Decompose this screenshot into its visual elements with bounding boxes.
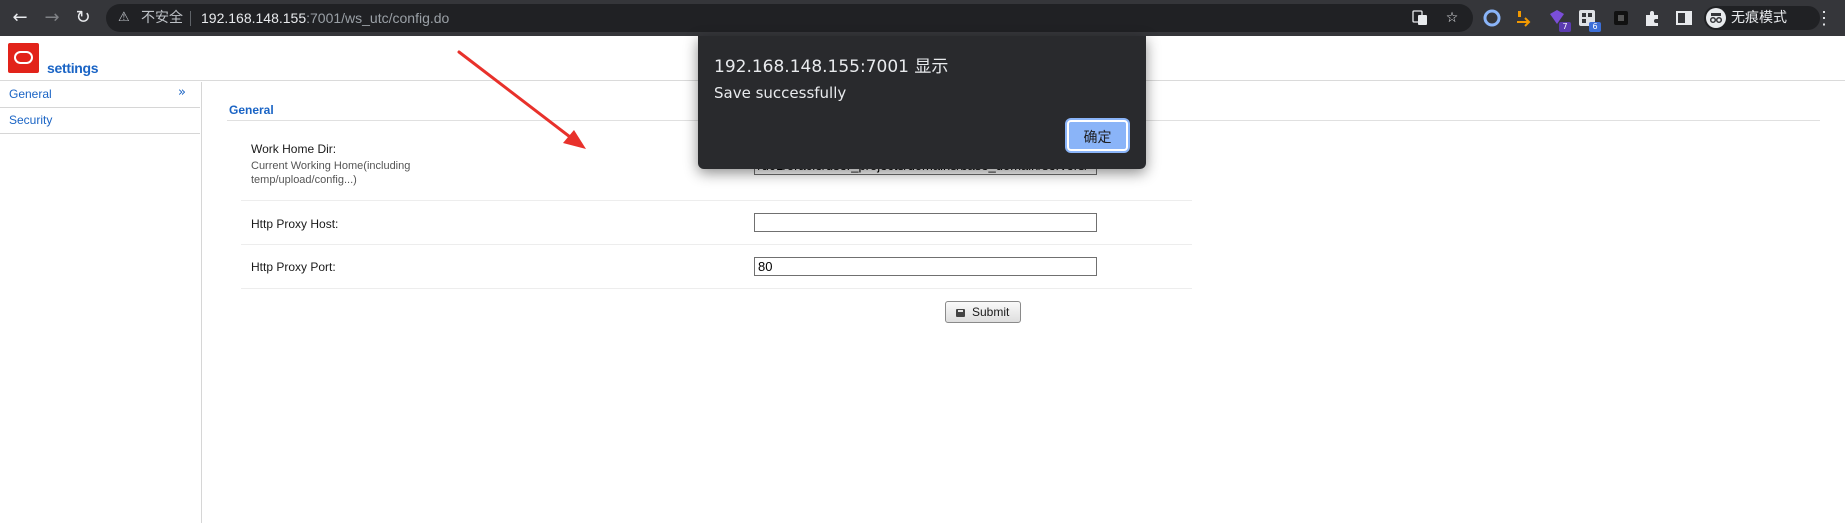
browser-toolbar: ← → ↻ ⚠ 不安全 192.168.148.155:7001/ws_utc/… (0, 0, 1845, 36)
incognito-indicator[interactable]: 无痕模式 (1704, 6, 1820, 30)
work-home-dir-help: Current Working Home(including temp/uplo… (251, 160, 411, 186)
dialog-title: 192.168.148.155:7001 显示 (714, 57, 949, 77)
bookmark-star-icon[interactable]: ☆ (1444, 10, 1460, 26)
http-proxy-port-label: Http Proxy Port: (251, 260, 336, 274)
form-row-http-proxy-port: Http Proxy Port: (241, 245, 1192, 289)
back-arrow-icon[interactable]: ← (10, 8, 30, 28)
section-title: General (229, 103, 274, 117)
extension-dark-icon[interactable] (1612, 9, 1630, 27)
extension-badge: 6 (1589, 22, 1601, 32)
warning-icon[interactable]: ⚠ (118, 10, 134, 26)
http-proxy-host-label: Http Proxy Host: (251, 217, 339, 231)
nav-item-label: General (9, 87, 52, 101)
extension-circle-icon[interactable] (1483, 9, 1501, 27)
dialog-ok-button[interactable]: 确定 (1067, 120, 1128, 151)
url-text[interactable]: 192.168.148.155:7001/ws_utc/config.do (201, 10, 449, 26)
puzzle-icon[interactable] (1643, 9, 1661, 27)
alert-dialog: 192.168.148.155:7001 显示 Save successfull… (698, 36, 1146, 169)
browser-menu-icon[interactable]: ⋮ (1815, 8, 1833, 28)
extension-badge: 7 (1559, 22, 1571, 32)
save-icon (956, 309, 965, 317)
http-proxy-port-input[interactable] (754, 257, 1097, 276)
submit-label: Submit (972, 305, 1010, 319)
reload-icon[interactable]: ↻ (73, 8, 93, 28)
extension-grid-icon[interactable]: 6 (1578, 9, 1601, 32)
nav-item-general[interactable]: General » (0, 82, 200, 108)
dialog-ok-label: 确定 (1083, 130, 1112, 146)
form-row-http-proxy-host: Http Proxy Host: (241, 201, 1192, 245)
oracle-logo-ring (14, 51, 33, 64)
nav-item-security[interactable]: Security (0, 108, 200, 134)
incognito-icon (1706, 8, 1726, 28)
forward-arrow-icon[interactable]: → (42, 8, 62, 28)
double-chevron-right-icon[interactable]: » (178, 85, 186, 100)
side-panel-icon[interactable] (1675, 9, 1693, 27)
incognito-label: 无痕模式 (1731, 10, 1787, 26)
page-title: settings (47, 60, 99, 76)
extension-arrow-icon[interactable] (1515, 9, 1533, 27)
work-home-dir-label: Work Home Dir: (251, 142, 337, 156)
url-path: :7001/ws_utc/config.do (306, 10, 450, 26)
dialog-message: Save successfully (714, 84, 847, 102)
http-proxy-host-input[interactable] (754, 213, 1097, 232)
url-host: 192.168.148.155 (201, 10, 307, 26)
extension-shield-icon[interactable]: 7 (1548, 9, 1571, 32)
address-divider (190, 11, 191, 26)
address-bar[interactable]: ⚠ 不安全 192.168.148.155:7001/ws_utc/config… (106, 4, 1473, 32)
submit-button[interactable]: Submit (945, 301, 1021, 323)
oracle-logo (8, 43, 39, 73)
nav-item-label: Security (9, 113, 53, 127)
left-navigation: General » Security (0, 82, 202, 523)
translate-icon[interactable] (1412, 10, 1428, 26)
not-secure-label[interactable]: 不安全 (141, 10, 183, 26)
